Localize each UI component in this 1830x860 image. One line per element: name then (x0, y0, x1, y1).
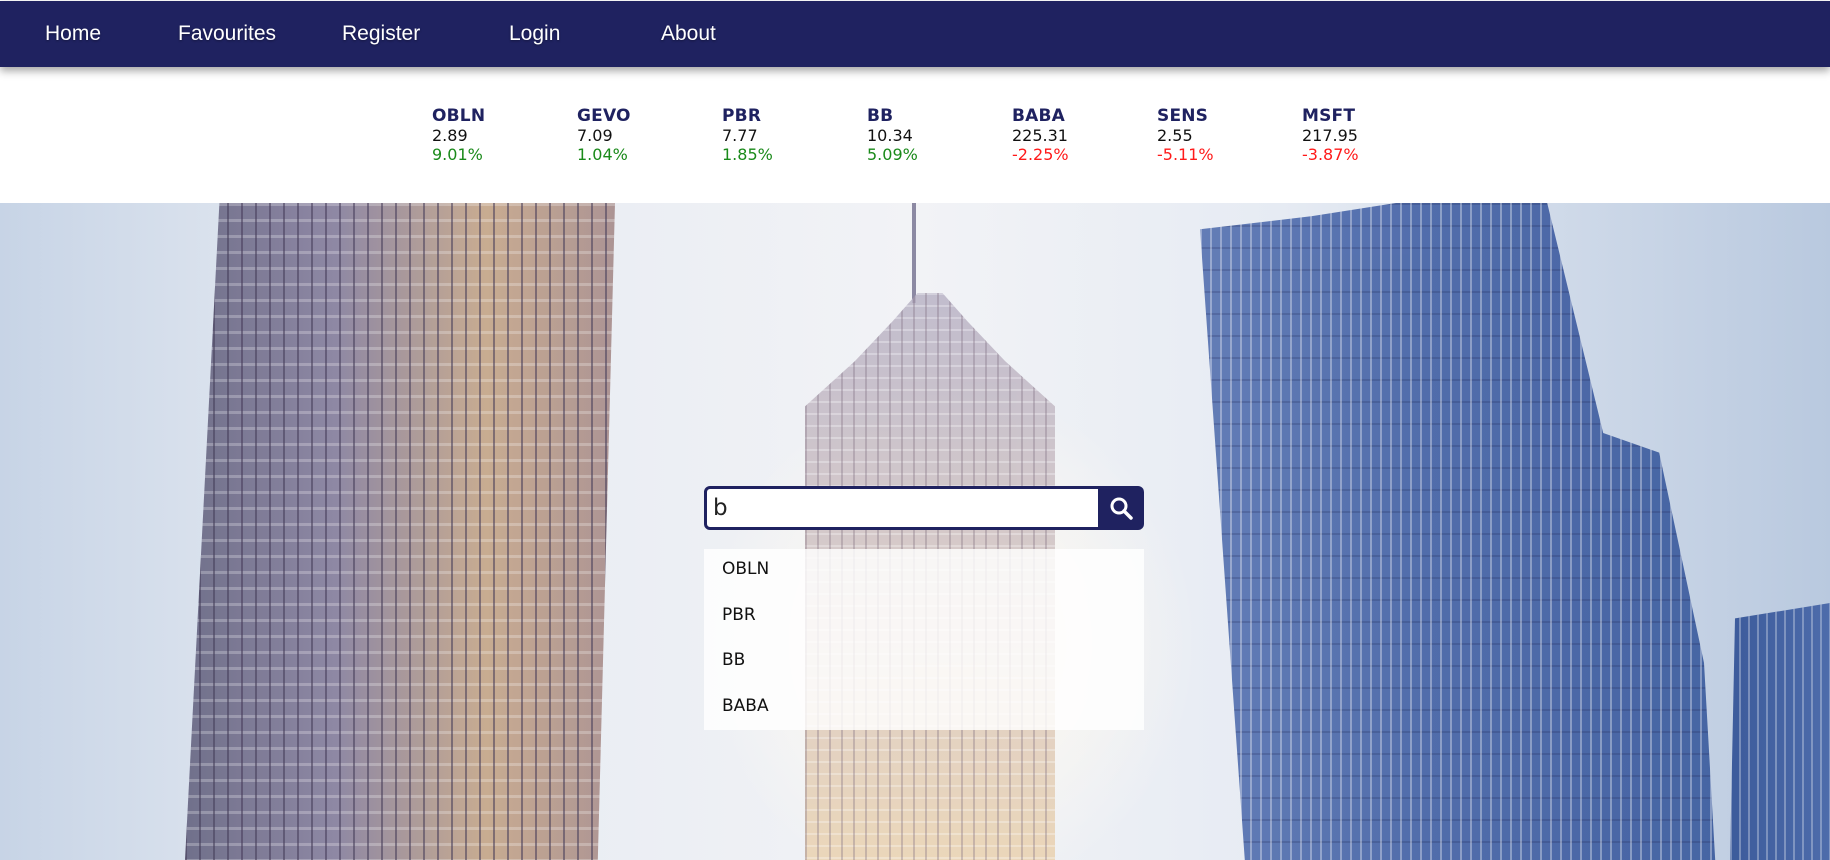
suggestion-item[interactable]: OBLN (722, 554, 769, 584)
nav-register[interactable]: Register (342, 1, 420, 67)
ticker-price: 225.31 (1012, 126, 1068, 145)
ticker-change: -2.25% (1012, 145, 1069, 164)
ticker-symbol: OBLN (432, 106, 486, 126)
ticker-price: 2.89 (432, 126, 468, 145)
suggestion-item[interactable]: PBR (722, 600, 756, 630)
ticker-item[interactable]: BB 10.34 5.09% (867, 106, 987, 165)
search-suggestions: OBLN PBR BB BABA (704, 549, 1144, 730)
suggestion-item[interactable]: BABA (722, 691, 769, 721)
right-skyscraper-image (1200, 203, 1716, 860)
ticker-price: 2.55 (1157, 126, 1193, 145)
ticker-item[interactable]: BABA 225.31 -2.25% (1012, 106, 1132, 165)
search-box (704, 486, 1142, 530)
nav-about[interactable]: About (661, 1, 716, 67)
search-icon (1110, 497, 1133, 520)
ticker-item[interactable]: MSFT 217.95 -3.87% (1302, 106, 1422, 165)
ticker-change: 1.04% (577, 145, 628, 164)
ticker-change: 5.09% (867, 145, 918, 164)
hero-background (0, 203, 1830, 860)
ticker-price: 7.77 (722, 126, 758, 145)
ticker-symbol: BB (867, 106, 894, 126)
top-navigation: Home Favourites Register Login About (0, 1, 1830, 67)
ticker-symbol: BABA (1012, 106, 1066, 126)
ticker-price: 217.95 (1302, 126, 1358, 145)
ticker-price: 10.34 (867, 126, 913, 145)
ticker-change: 9.01% (432, 145, 483, 164)
ticker-item[interactable]: OBLN 2.89 9.01% (432, 106, 552, 165)
ticker-price: 7.09 (577, 126, 613, 145)
ticker-symbol: SENS (1157, 106, 1209, 126)
nav-favourites[interactable]: Favourites (178, 1, 276, 67)
far-right-building-image (1730, 603, 1830, 860)
nav-login[interactable]: Login (509, 1, 560, 67)
stock-ticker: OBLN 2.89 9.01% GEVO 7.09 1.04% PBR 7.77… (0, 67, 1830, 203)
ticker-item[interactable]: PBR 7.77 1.85% (722, 106, 842, 165)
tower-spire-image (912, 203, 916, 303)
ticker-symbol: MSFT (1302, 106, 1356, 126)
left-skyscraper-image (185, 203, 615, 860)
ticker-item[interactable]: SENS 2.55 -5.11% (1157, 106, 1277, 165)
suggestion-item[interactable]: BB (722, 645, 745, 675)
ticker-item[interactable]: GEVO 7.09 1.04% (577, 106, 697, 165)
ticker-change: 1.85% (722, 145, 773, 164)
nav-home[interactable]: Home (45, 1, 101, 67)
search-button[interactable] (1098, 486, 1144, 530)
ticker-change: -3.87% (1302, 145, 1359, 164)
search-input[interactable] (713, 491, 1093, 525)
ticker-symbol: PBR (722, 106, 762, 126)
ticker-symbol: GEVO (577, 106, 631, 126)
ticker-change: -5.11% (1157, 145, 1214, 164)
